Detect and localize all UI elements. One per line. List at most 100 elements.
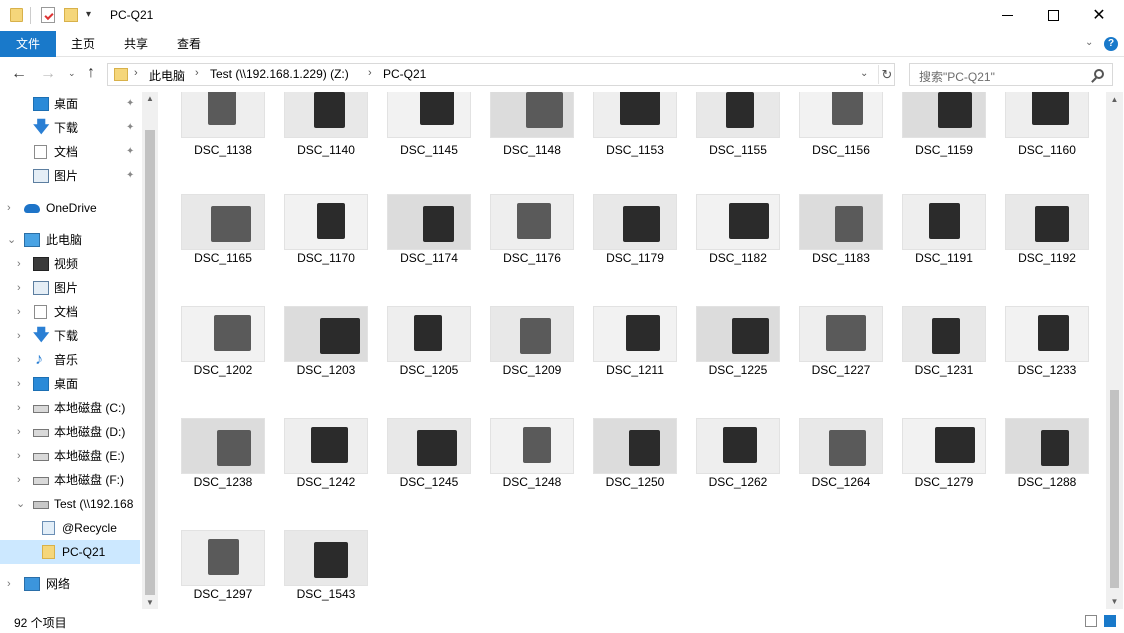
tab-home[interactable]: 主页: [60, 31, 106, 57]
breadcrumb-separator[interactable]: ›: [195, 67, 199, 79]
recent-locations-icon[interactable]: ⌄: [68, 68, 76, 79]
minimize-button[interactable]: [984, 0, 1030, 31]
forward-arrow-icon[interactable]: →: [40, 65, 56, 83]
scrollbar-thumb[interactable]: [1110, 390, 1119, 588]
scroll-down-icon[interactable]: ▼: [1106, 597, 1123, 606]
sidebar-item-recycle[interactable]: @Recycle: [0, 516, 140, 540]
file-item[interactable]: DSC_1231: [898, 306, 988, 418]
file-item[interactable]: DSC_1159: [898, 92, 988, 204]
file-item[interactable]: DSC_1192: [1001, 194, 1091, 306]
sidebar-item-music[interactable]: › ♪ 音乐: [0, 348, 140, 372]
file-item[interactable]: DSC_1138: [177, 92, 267, 204]
file-item[interactable]: DSC_1176: [486, 194, 576, 306]
tab-share[interactable]: 共享: [113, 31, 159, 57]
details-view-icon[interactable]: [1085, 615, 1097, 627]
file-item[interactable]: DSC_1264: [795, 418, 885, 530]
chevron-down-icon[interactable]: ⌄: [16, 492, 25, 516]
sidebar-item-pictures[interactable]: › 图片: [0, 276, 140, 300]
file-item[interactable]: DSC_1227: [795, 306, 885, 418]
chevron-right-icon[interactable]: ›: [17, 444, 21, 468]
sidebar-item-downloads-pinned[interactable]: 🡇 下载 ✦: [0, 116, 140, 140]
sidebar-item-test-network-drive[interactable]: ⌄ Test (\\192.168: [0, 492, 140, 516]
chevron-right-icon[interactable]: ›: [17, 300, 21, 324]
sidebar-item-pictures-pinned[interactable]: 图片 ✦: [0, 164, 140, 188]
chevron-right-icon[interactable]: ›: [7, 196, 11, 220]
file-item[interactable]: DSC_1191: [898, 194, 988, 306]
sidebar-item-desktop[interactable]: › 桌面: [0, 372, 140, 396]
file-item[interactable]: DSC_1140: [280, 92, 370, 204]
sidebar-item-this-pc[interactable]: ⌄ 此电脑: [0, 228, 140, 252]
tab-file[interactable]: 文件: [0, 31, 56, 57]
file-item[interactable]: DSC_1205: [383, 306, 473, 418]
expand-ribbon-icon[interactable]: ⌄: [1085, 37, 1093, 48]
file-item[interactable]: DSC_1242: [280, 418, 370, 530]
file-item[interactable]: DSC_1543: [280, 530, 370, 609]
file-item[interactable]: DSC_1248: [486, 418, 576, 530]
scroll-up-icon[interactable]: ▲: [142, 94, 158, 103]
new-folder-icon[interactable]: [64, 8, 78, 22]
file-item[interactable]: DSC_1174: [383, 194, 473, 306]
properties-icon[interactable]: [41, 7, 55, 23]
back-arrow-icon[interactable]: ←: [11, 65, 27, 83]
sidebar-item-drive-e[interactable]: › 本地磁盘 (E:): [0, 444, 140, 468]
tab-view[interactable]: 查看: [166, 31, 212, 57]
chevron-right-icon[interactable]: ›: [17, 396, 21, 420]
breadcrumb-separator[interactable]: ›: [368, 67, 372, 79]
address-bar[interactable]: › 此电脑 › Test (\\192.168.1.229) (Z:) › PC…: [107, 63, 895, 86]
search-input[interactable]: 搜索"PC-Q21": [909, 63, 1113, 86]
file-item[interactable]: DSC_1203: [280, 306, 370, 418]
sidebar-item-pc-q21[interactable]: PC-Q21: [0, 540, 140, 564]
file-item[interactable]: DSC_1209: [486, 306, 576, 418]
file-item[interactable]: DSC_1153: [589, 92, 679, 204]
file-item[interactable]: DSC_1233: [1001, 306, 1091, 418]
sidebar-item-onedrive[interactable]: › OneDrive: [0, 196, 140, 220]
file-item[interactable]: DSC_1145: [383, 92, 473, 204]
file-item[interactable]: DSC_1250: [589, 418, 679, 530]
sidebar-item-documents-pinned[interactable]: 文档 ✦: [0, 140, 140, 164]
file-item[interactable]: DSC_1148: [486, 92, 576, 204]
refresh-icon[interactable]: ↻: [878, 65, 895, 84]
address-dropdown-icon[interactable]: ⌄: [860, 68, 868, 79]
chevron-right-icon[interactable]: ›: [17, 252, 21, 276]
file-item[interactable]: DSC_1202: [177, 306, 267, 418]
chevron-right-icon[interactable]: ›: [17, 324, 21, 348]
chevron-down-icon[interactable]: ⌄: [7, 228, 16, 252]
file-item[interactable]: DSC_1211: [589, 306, 679, 418]
breadcrumb-test-drive[interactable]: Test (\\192.168.1.229) (Z:): [210, 67, 349, 81]
breadcrumb-separator[interactable]: ›: [134, 67, 138, 79]
chevron-right-icon[interactable]: ›: [17, 420, 21, 444]
breadcrumb-pc-q21[interactable]: PC-Q21: [383, 67, 426, 81]
breadcrumb-this-pc[interactable]: 此电脑: [149, 67, 185, 84]
scroll-up-icon[interactable]: ▲: [1106, 95, 1123, 104]
file-item[interactable]: DSC_1225: [692, 306, 782, 418]
file-item[interactable]: DSC_1262: [692, 418, 782, 530]
file-item[interactable]: DSC_1279: [898, 418, 988, 530]
sidebar-item-drive-f[interactable]: › 本地磁盘 (F:): [0, 468, 140, 492]
help-icon[interactable]: ?: [1104, 37, 1118, 51]
sidebar-item-desktop-pinned[interactable]: 桌面 ✦: [0, 92, 140, 116]
close-button[interactable]: ✕: [1076, 0, 1122, 31]
sidebar-item-drive-d[interactable]: › 本地磁盘 (D:): [0, 420, 140, 444]
file-item[interactable]: DSC_1288: [1001, 418, 1091, 530]
file-item[interactable]: DSC_1182: [692, 194, 782, 306]
chevron-right-icon[interactable]: ›: [17, 372, 21, 396]
file-item[interactable]: DSC_1170: [280, 194, 370, 306]
sidebar-item-downloads[interactable]: › 🡇 下载: [0, 324, 140, 348]
sidebar-scrollbar[interactable]: ▲ ▼: [142, 92, 158, 609]
file-item[interactable]: DSC_1245: [383, 418, 473, 530]
file-item[interactable]: DSC_1156: [795, 92, 885, 204]
quick-access-dropdown-icon[interactable]: ▾: [86, 9, 91, 20]
sidebar-item-drive-c[interactable]: › 本地磁盘 (C:): [0, 396, 140, 420]
sidebar-item-documents[interactable]: › 文档: [0, 300, 140, 324]
file-item[interactable]: DSC_1297: [177, 530, 267, 609]
large-icons-view-icon[interactable]: [1104, 615, 1116, 627]
file-item[interactable]: DSC_1165: [177, 194, 267, 306]
sidebar-item-network[interactable]: › 网络: [0, 572, 140, 596]
chevron-right-icon[interactable]: ›: [7, 572, 11, 596]
chevron-right-icon[interactable]: ›: [17, 348, 21, 372]
file-item[interactable]: DSC_1155: [692, 92, 782, 204]
file-item[interactable]: DSC_1183: [795, 194, 885, 306]
search-icon[interactable]: [1094, 69, 1104, 79]
scrollbar-thumb[interactable]: [145, 130, 155, 595]
file-item[interactable]: DSC_1160: [1001, 92, 1091, 204]
